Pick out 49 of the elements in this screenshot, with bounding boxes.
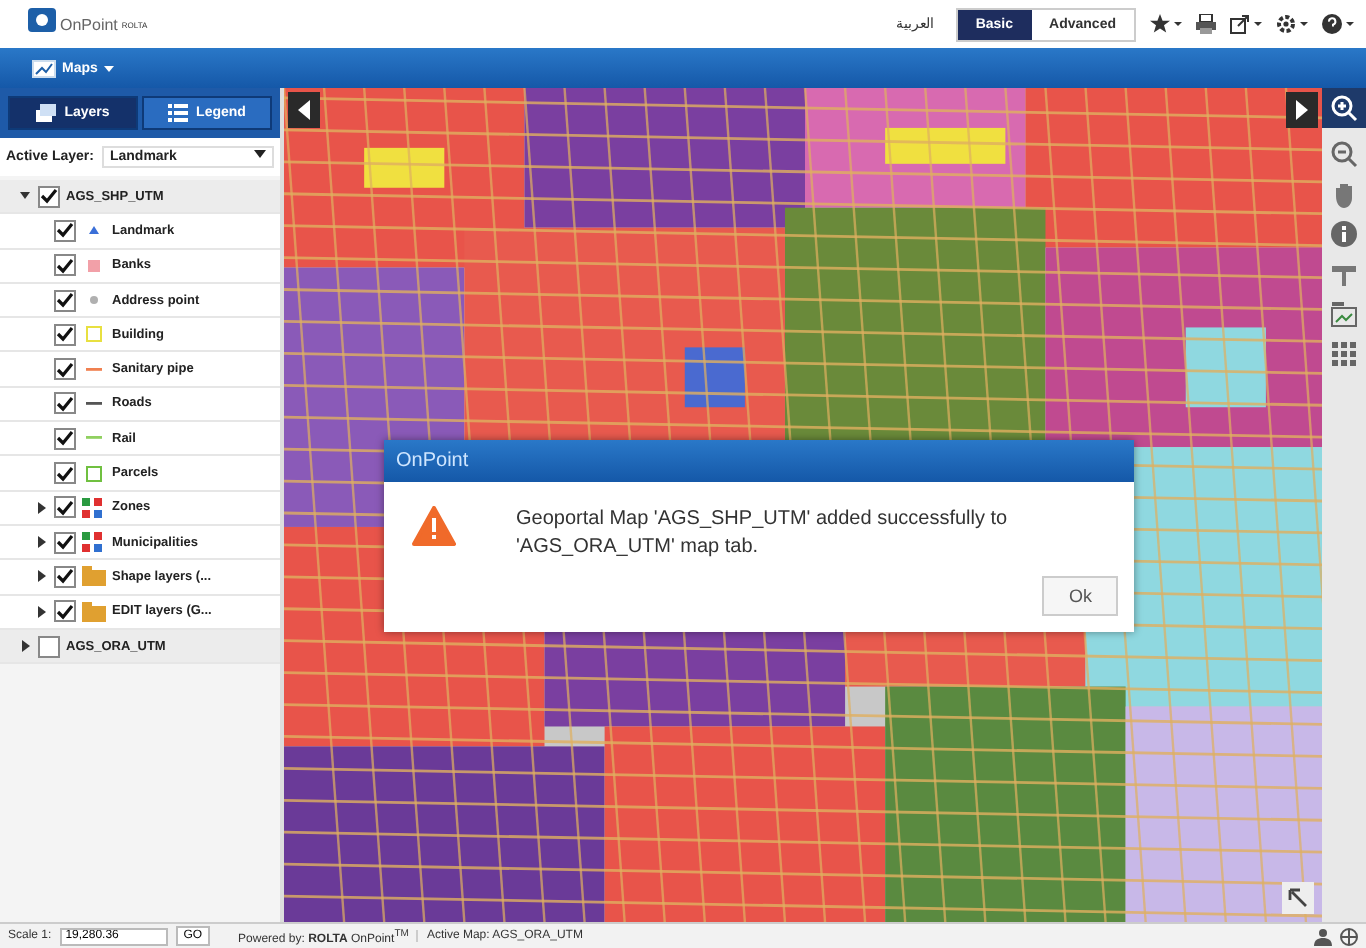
layer-checkbox[interactable] xyxy=(38,635,60,657)
right-arrow-icon xyxy=(1296,100,1308,120)
layer-checkbox[interactable] xyxy=(54,427,76,450)
export-icon[interactable] xyxy=(1230,14,1262,34)
collapse-panel-button[interactable] xyxy=(288,92,320,128)
layer-checkbox[interactable] xyxy=(54,496,76,519)
layer-checkbox[interactable] xyxy=(54,358,76,381)
image-layer-icon[interactable] xyxy=(1330,300,1358,328)
map-chart-icon xyxy=(32,59,56,77)
layer-checkbox[interactable] xyxy=(54,392,76,415)
expand-panel-button[interactable] xyxy=(1286,92,1318,128)
left-arrow-icon xyxy=(298,100,310,120)
expander-icon[interactable] xyxy=(20,640,32,652)
layer-checkbox[interactable] xyxy=(38,185,60,208)
layer-checkbox[interactable] xyxy=(54,323,76,346)
app-logo: OnPoint xyxy=(60,15,118,33)
reset-view-button[interactable] xyxy=(1282,882,1314,914)
grid-icon[interactable] xyxy=(1330,340,1358,368)
caret-icon xyxy=(103,65,114,71)
expander-icon[interactable] xyxy=(36,501,48,514)
settings-icon[interactable] xyxy=(1276,14,1308,34)
ok-button[interactable]: Ok xyxy=(1042,576,1118,616)
zoom-in-icon[interactable] xyxy=(1322,88,1366,128)
expander-icon[interactable] xyxy=(36,605,48,618)
globe-icon[interactable] xyxy=(1340,927,1358,945)
info-icon[interactable] xyxy=(1330,220,1358,248)
layer-checkbox[interactable] xyxy=(54,254,76,277)
zoom-out-icon[interactable] xyxy=(1330,140,1358,168)
diagonal-arrow-icon xyxy=(1288,888,1308,908)
star-icon[interactable] xyxy=(1150,14,1182,34)
layers-icon xyxy=(36,104,57,122)
help-icon[interactable] xyxy=(1322,14,1354,34)
layer-checkbox[interactable] xyxy=(54,565,76,588)
dialog-message: Geoportal Map 'AGS_SHP_UTM' added successfully to 'AGS_ORA_UTM' map tab. xyxy=(516,506,1010,560)
layer-checkbox[interactable] xyxy=(54,462,76,485)
expander-icon[interactable] xyxy=(36,536,48,549)
list-icon xyxy=(168,104,189,122)
expander-icon[interactable] xyxy=(20,190,32,203)
layer-checkbox[interactable] xyxy=(54,600,76,623)
measure-icon[interactable] xyxy=(1330,260,1358,288)
print-icon[interactable] xyxy=(1196,14,1216,34)
expander-icon[interactable] xyxy=(36,570,48,583)
warning-icon xyxy=(412,506,456,546)
person-icon[interactable] xyxy=(1314,927,1332,945)
caret-icon xyxy=(254,150,266,158)
layer-checkbox[interactable] xyxy=(54,531,76,554)
layer-checkbox[interactable] xyxy=(54,289,76,312)
dialog-title: OnPoint xyxy=(384,440,1134,482)
layer-checkbox[interactable] xyxy=(54,219,76,242)
